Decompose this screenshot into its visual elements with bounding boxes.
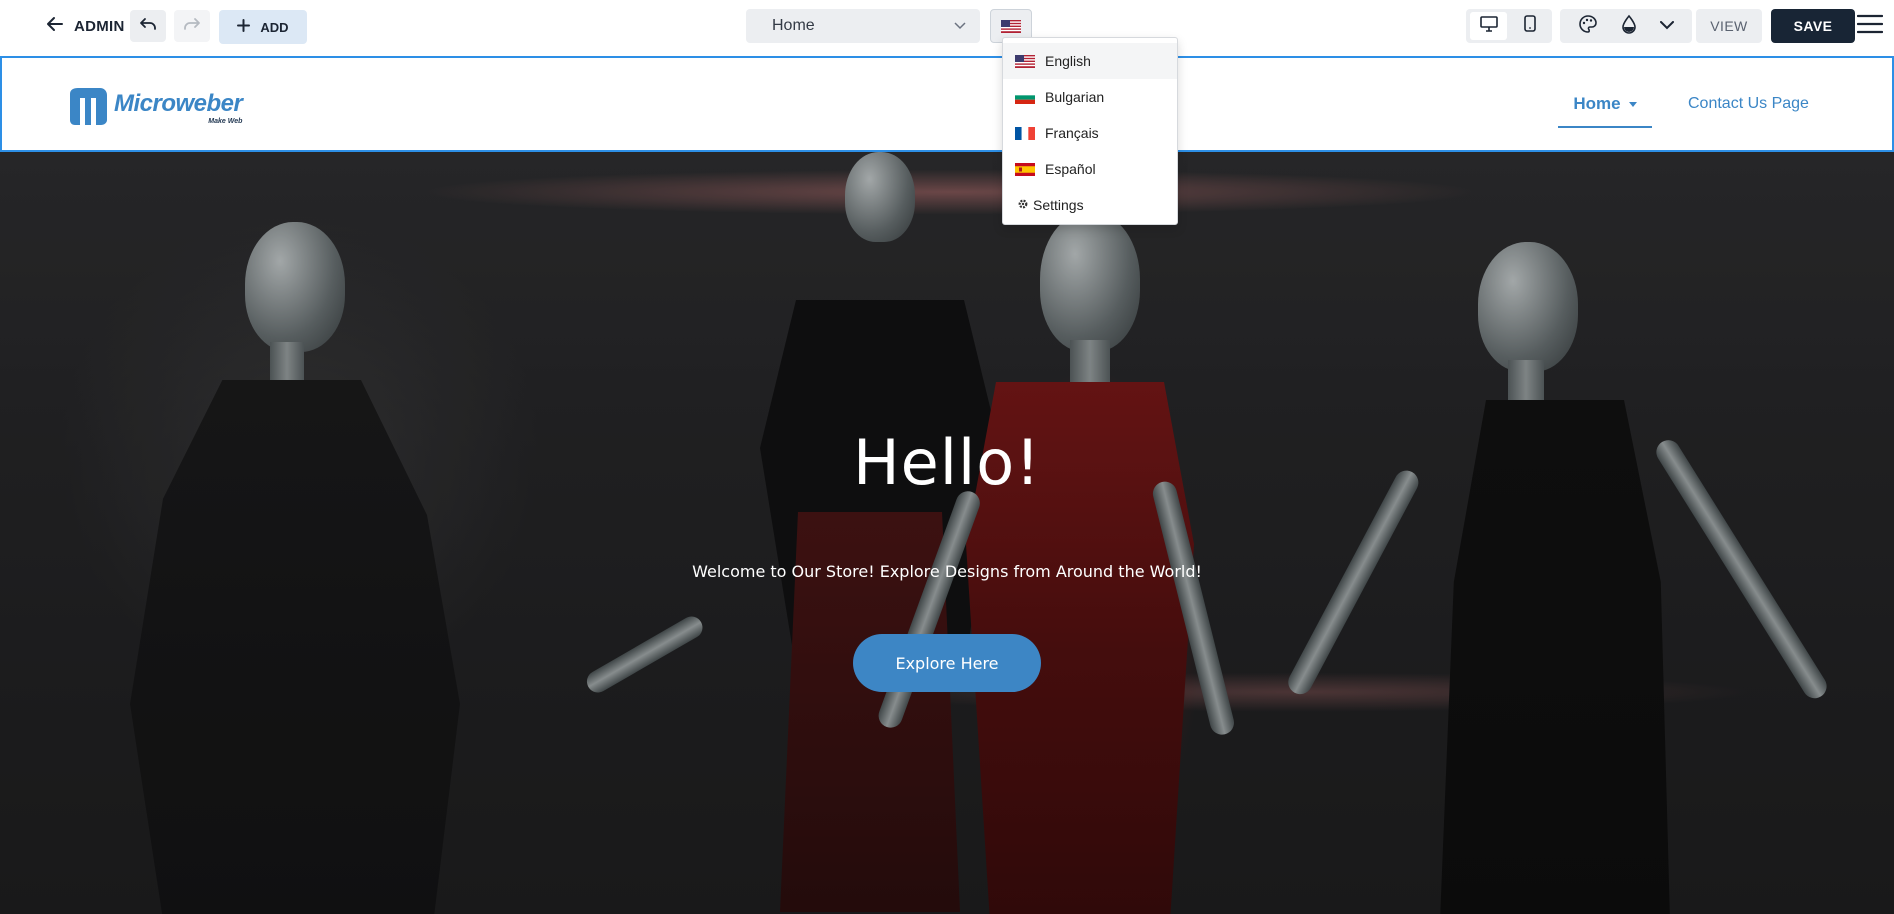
logo-mark-icon (66, 84, 110, 133)
language-option-spanish[interactable]: Español (1003, 151, 1177, 187)
site-header[interactable]: Microweber Make Web Home Contact Us Page (0, 56, 1894, 152)
arrow-left-icon (46, 16, 64, 36)
nav-item-contact[interactable]: Contact Us Page (1688, 58, 1809, 150)
add-label: ADD (260, 19, 289, 35)
nav-item-home[interactable]: Home (1558, 58, 1652, 150)
device-preview-group (1466, 9, 1552, 43)
hero-background-image (0, 152, 1894, 914)
language-option-french[interactable]: Français (1003, 115, 1177, 151)
hamburger-menu-button[interactable] (1856, 12, 1884, 40)
site-logo[interactable]: Microweber Make Web (66, 84, 243, 133)
fr-flag-icon (1015, 126, 1035, 140)
language-option-label: Español (1045, 161, 1096, 177)
redo-icon (183, 17, 201, 36)
language-option-bulgarian[interactable]: Bulgarian (1003, 79, 1177, 115)
plus-icon (237, 19, 251, 35)
mobile-icon (1523, 15, 1536, 37)
page-select-value: Home (772, 17, 815, 34)
chevron-down-icon (954, 17, 966, 35)
view-button[interactable]: VIEW (1696, 9, 1762, 43)
desktop-icon (1479, 15, 1498, 37)
desktop-preview-button[interactable] (1470, 12, 1507, 40)
es-flag-icon (1015, 162, 1035, 176)
hero-subtitle: Welcome to Our Store! Explore Designs fr… (692, 562, 1202, 581)
mobile-preview-button[interactable] (1511, 12, 1548, 40)
nav-home-label: Home (1573, 94, 1621, 113)
style-tools-group (1560, 9, 1692, 43)
logo-name: Microweber (114, 90, 243, 117)
logo-text: Microweber Make Web (114, 90, 243, 126)
explore-here-button[interactable]: Explore Here (853, 634, 1041, 692)
language-option-label: Français (1045, 125, 1099, 141)
chevron-down-icon[interactable] (1660, 17, 1675, 35)
caret-down-icon (1628, 101, 1637, 107)
us-flag-icon (1015, 54, 1035, 68)
language-settings-link[interactable]: Settings (1003, 187, 1177, 223)
page-select[interactable]: Home (746, 9, 980, 43)
language-option-label: Bulgarian (1045, 89, 1105, 105)
editor-toolbar: ADMIN ADD Home VIEW SAVE (0, 0, 1894, 56)
settings-label: Settings (1033, 197, 1084, 213)
logo-tagline: Make Web (208, 118, 243, 125)
hamburger-icon (1856, 14, 1884, 39)
undo-button[interactable] (130, 10, 166, 42)
us-flag-icon (1001, 19, 1021, 33)
back-to-admin-button[interactable]: ADMIN (40, 10, 131, 42)
redo-button[interactable] (174, 10, 210, 42)
language-dropdown-menu: English Bulgarian Français Español Setti… (1002, 37, 1178, 225)
language-option-label: English (1045, 53, 1091, 69)
hero-section: Hello! Welcome to Our Store! Explore Des… (0, 152, 1894, 914)
admin-label: ADMIN (74, 17, 125, 35)
bg-flag-icon (1015, 90, 1035, 104)
gear-icon (1017, 197, 1029, 213)
nav-active-underline (1558, 126, 1652, 128)
hero-title: Hello! (852, 426, 1041, 499)
add-element-button[interactable]: ADD (219, 10, 307, 44)
color-drop-icon[interactable] (1621, 14, 1637, 39)
language-option-english[interactable]: English (1003, 43, 1177, 79)
palette-icon[interactable] (1578, 14, 1598, 39)
undo-icon (139, 17, 157, 36)
save-button[interactable]: SAVE (1771, 9, 1855, 43)
